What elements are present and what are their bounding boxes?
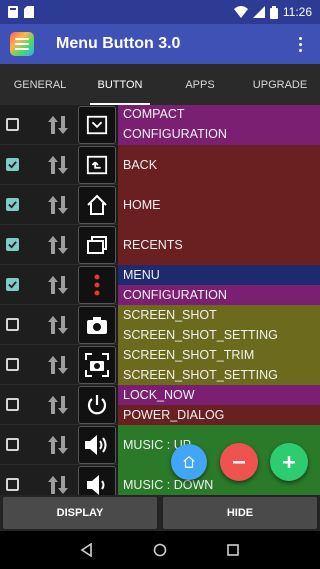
reorder-handle-icon[interactable] bbox=[46, 475, 70, 495]
list-item[interactable]: MENU CONFIGURATION bbox=[0, 265, 320, 305]
row-checkbox[interactable] bbox=[6, 398, 19, 411]
row-label: BACK bbox=[118, 145, 320, 185]
reorder-handle-icon[interactable] bbox=[46, 115, 70, 135]
list-item[interactable]: SCREEN_SHOT SCREEN_SHOT_SETTING bbox=[0, 305, 320, 345]
battery-icon bbox=[269, 5, 278, 19]
recents-icon bbox=[78, 226, 116, 264]
system-nav-bar bbox=[0, 531, 320, 569]
row-label: SCREEN_SHOT_TRIM bbox=[118, 345, 320, 365]
row-checkbox[interactable] bbox=[6, 278, 19, 291]
reorder-handle-icon[interactable] bbox=[46, 315, 70, 335]
reorder-handle-icon[interactable] bbox=[46, 155, 70, 175]
reorder-handle-icon[interactable] bbox=[46, 435, 70, 455]
list-item[interactable]: SCREEN_SHOT_TRIM SCREEN_SHOT_SETTING bbox=[0, 345, 320, 385]
back-icon bbox=[78, 146, 116, 184]
nav-recents-icon[interactable] bbox=[226, 543, 240, 557]
row-label: MENU bbox=[118, 265, 320, 285]
app-toolbar: Menu Button 3.0 bbox=[0, 24, 320, 64]
reorder-handle-icon[interactable] bbox=[46, 395, 70, 415]
plus-icon bbox=[283, 456, 295, 468]
hide-button[interactable]: HIDE bbox=[163, 497, 317, 529]
home-icon bbox=[78, 186, 116, 224]
wifi-icon bbox=[233, 6, 248, 18]
reorder-handle-icon[interactable] bbox=[46, 275, 70, 295]
app-title: Menu Button 3.0 bbox=[56, 35, 181, 52]
row-checkbox[interactable] bbox=[6, 318, 19, 331]
list-item[interactable]: HOME bbox=[0, 185, 320, 225]
row-label: SCREEN_SHOT_SETTING bbox=[118, 365, 320, 385]
tab-bar: GENERAL BUTTON APPS UPGRADE bbox=[0, 64, 320, 105]
menu-dots-icon bbox=[78, 266, 116, 304]
signal-icon bbox=[252, 6, 265, 18]
sd-card-icon bbox=[24, 6, 34, 18]
tab-button[interactable]: BUTTON bbox=[80, 64, 160, 105]
row-label: CONFIGURATION bbox=[118, 123, 320, 145]
tab-apps[interactable]: APPS bbox=[160, 64, 240, 105]
compact-icon bbox=[78, 106, 116, 144]
fab-remove-button[interactable] bbox=[220, 443, 258, 481]
display-button[interactable]: DISPLAY bbox=[3, 497, 157, 529]
camera-trim-icon bbox=[78, 346, 116, 384]
tab-upgrade[interactable]: UPGRADE bbox=[240, 64, 320, 105]
row-checkbox[interactable] bbox=[6, 238, 19, 251]
reorder-handle-icon[interactable] bbox=[46, 235, 70, 255]
nav-back-icon[interactable] bbox=[80, 543, 94, 557]
list-item[interactable]: LOCK_NOW POWER_DIALOG bbox=[0, 385, 320, 425]
row-checkbox[interactable] bbox=[6, 158, 19, 171]
minus-icon bbox=[233, 461, 245, 464]
status-bar: 11:26 bbox=[0, 0, 320, 24]
bottom-action-bar: DISPLAY HIDE bbox=[0, 495, 320, 531]
overflow-menu-icon[interactable] bbox=[292, 36, 308, 52]
row-label: SCREEN_SHOT_SETTING bbox=[118, 325, 320, 345]
reorder-handle-icon[interactable] bbox=[46, 195, 70, 215]
fab-add-button[interactable] bbox=[270, 443, 308, 481]
fab-home-button[interactable] bbox=[171, 444, 207, 480]
row-label: CONFIGURATION bbox=[118, 285, 320, 305]
row-label: LOCK_NOW bbox=[118, 385, 320, 405]
row-label: RECENTS bbox=[118, 225, 320, 265]
row-label: COMPACT bbox=[118, 105, 320, 123]
power-icon bbox=[78, 386, 116, 424]
row-checkbox[interactable] bbox=[6, 438, 19, 451]
screen: 11:26 Menu Button 3.0 GENERAL BUTTON APPS U… bbox=[0, 0, 320, 569]
row-label: HOME bbox=[118, 185, 320, 225]
reorder-handle-icon[interactable] bbox=[46, 355, 70, 375]
notification-icon bbox=[8, 6, 18, 18]
row-checkbox[interactable] bbox=[6, 478, 19, 491]
list-item[interactable]: COMPACT CONFIGURATION bbox=[0, 105, 320, 145]
status-time: 11:26 bbox=[282, 5, 312, 19]
volume-up-icon bbox=[78, 426, 116, 464]
row-checkbox[interactable] bbox=[6, 198, 19, 211]
app-logo-icon bbox=[10, 32, 34, 56]
list-item[interactable]: RECENTS bbox=[0, 225, 320, 265]
row-checkbox[interactable] bbox=[6, 358, 19, 371]
row-checkbox[interactable] bbox=[6, 118, 19, 131]
nav-home-icon[interactable] bbox=[153, 543, 167, 557]
list-item[interactable]: BACK bbox=[0, 145, 320, 185]
button-list: COMPACT CONFIGURATION BACK HOME RECENTS MENU C… bbox=[0, 105, 320, 505]
camera-icon bbox=[78, 306, 116, 344]
row-label: POWER_DIALOG bbox=[118, 405, 320, 425]
home-icon bbox=[183, 455, 195, 468]
row-label: SCREEN_SHOT bbox=[118, 305, 320, 325]
tab-general[interactable]: GENERAL bbox=[0, 64, 80, 105]
